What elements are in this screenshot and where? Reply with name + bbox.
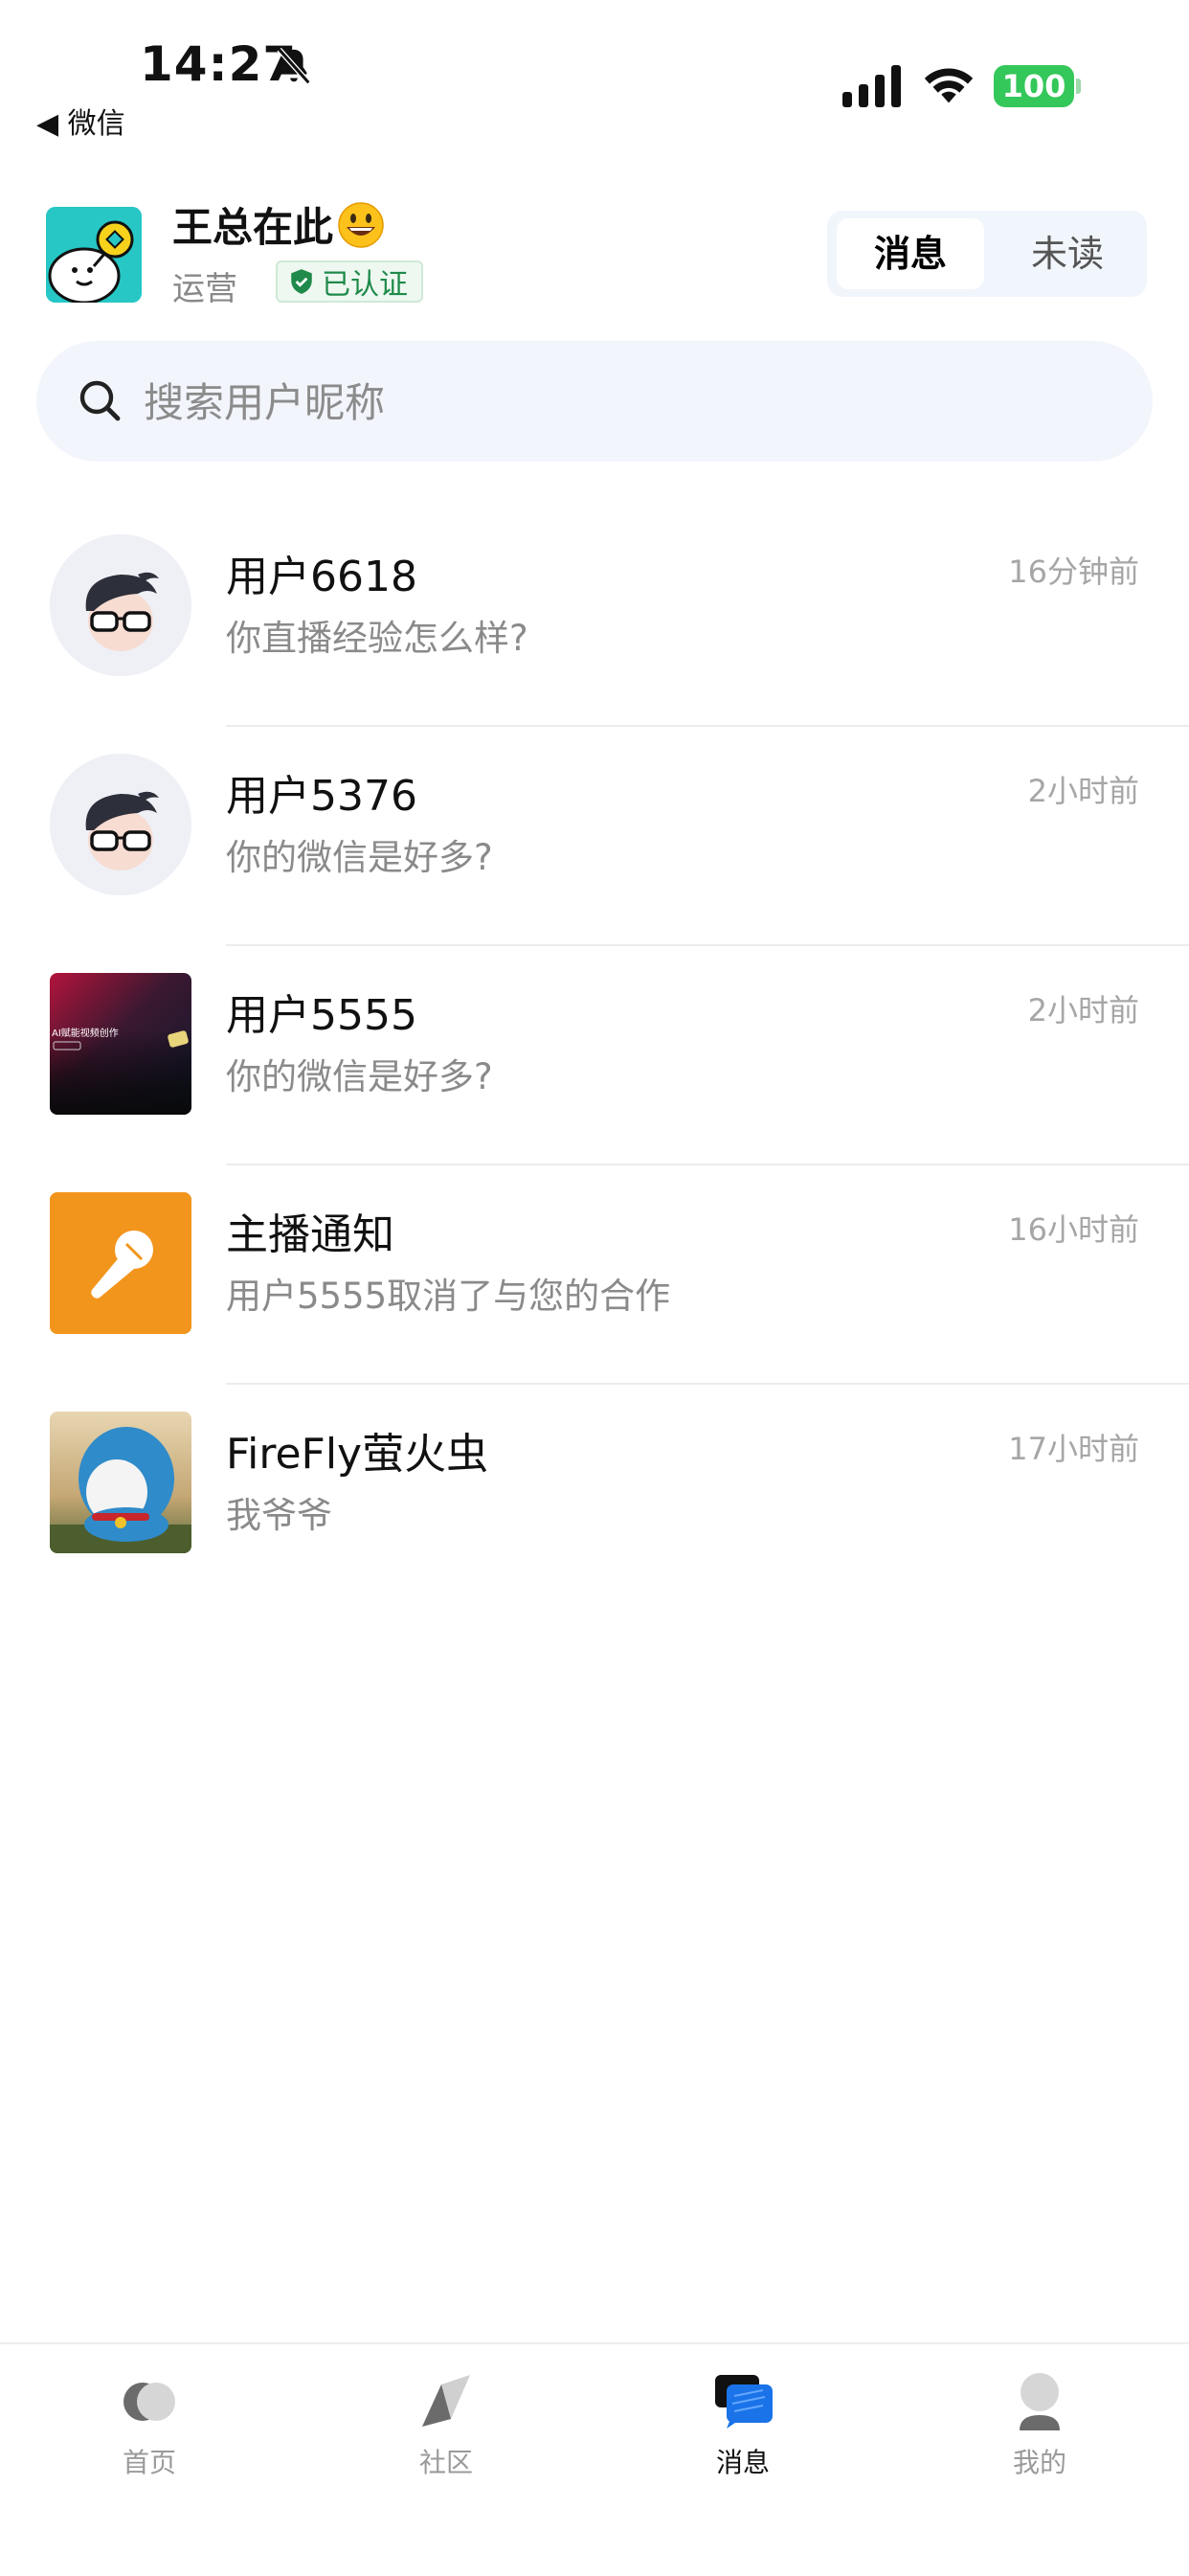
search-icon <box>79 380 121 421</box>
segment-tab-messages[interactable]: 消息 <box>837 218 984 289</box>
wifi-icon <box>924 68 974 103</box>
profile-name-text: 王总在此 <box>172 204 334 251</box>
message-item[interactable]: 用户5376 2小时前 你的微信是好多? <box>0 727 1189 946</box>
message-time: 2小时前 <box>1027 773 1139 809</box>
message-sender-name: 用户5376 <box>226 772 417 821</box>
thumbnail-text: AI赋能视频创作 <box>52 1027 119 1039</box>
message-item[interactable]: 主播通知 16小时前 用户5555取消了与您的合作 <box>0 1165 1189 1385</box>
bell-muted-icon <box>277 47 311 85</box>
message-time: 2小时前 <box>1027 992 1139 1028</box>
message-sender-name: 用户6618 <box>226 553 417 601</box>
segment-tab-unread[interactable]: 未读 <box>996 218 1139 289</box>
message-preview: 我爷爷 <box>226 1495 332 1536</box>
message-time: 16分钟前 <box>1008 554 1139 590</box>
message-time: 16小时前 <box>1008 1211 1139 1248</box>
verified-badge: 已认证 <box>276 260 423 303</box>
tab-label: 社区 <box>418 2447 473 2478</box>
cartoon-glasses-icon <box>50 534 191 676</box>
message-filter-segment: 消息 未读 <box>827 211 1147 297</box>
bottom-tab-bar: 首页 社区 消息 我的 <box>0 2342 1189 2576</box>
search-bar[interactable] <box>36 341 1153 463</box>
message-preview: 你的微信是好多? <box>226 837 493 878</box>
message-sender-name: 用户5555 <box>226 991 417 1040</box>
message-sender-name: FireFly萤火虫 <box>226 1430 489 1479</box>
battery-indicator: 100 <box>994 65 1081 107</box>
tab-label: 我的 <box>1012 2447 1066 2478</box>
ai-video-thumbnail: AI赋能视频创作 <box>50 973 191 1115</box>
battery-level: 100 <box>994 65 1074 107</box>
user-avatar[interactable] <box>50 1412 191 1553</box>
status-bar: 14:27 ◀ 微信 100 <box>0 0 1189 144</box>
tab-community[interactable]: 社区 <box>370 2371 523 2480</box>
back-to-wechat-link[interactable]: ◀ 微信 <box>36 100 125 142</box>
home-icon <box>123 2383 175 2421</box>
verified-label: 已认证 <box>322 268 408 302</box>
tab-home[interactable]: 首页 <box>73 2371 226 2480</box>
battery-tip <box>1076 79 1081 94</box>
shield-check-icon <box>291 269 312 294</box>
notification-avatar[interactable] <box>50 1192 191 1334</box>
smiley-emoji-icon <box>338 201 384 248</box>
tab-profile[interactable]: 我的 <box>963 2371 1116 2480</box>
user-avatar[interactable] <box>50 534 191 676</box>
profile-name: 王总在此 <box>172 195 385 254</box>
message-item[interactable]: AI赋能视频创作 用户5555 2小时前 你的微信是好多? <box>0 946 1189 1165</box>
user-avatar[interactable]: AI赋能视频创作 <box>50 973 191 1115</box>
message-preview: 用户5555取消了与您的合作 <box>226 1276 671 1317</box>
profile-icon <box>1020 2373 1060 2430</box>
profile-role: 运营 <box>172 270 237 308</box>
message-preview: 你直播经验怎么样? <box>226 618 528 659</box>
cartoon-glasses-icon <box>50 754 191 895</box>
tab-label: 首页 <box>122 2447 176 2478</box>
community-icon <box>422 2375 470 2427</box>
profile-avatar[interactable] <box>46 207 142 303</box>
message-sender-name: 主播通知 <box>226 1210 394 1259</box>
message-time: 17小时前 <box>1008 1431 1139 1467</box>
search-input[interactable] <box>142 341 1103 463</box>
message-list: 用户6618 16分钟前 你直播经验怎么样? 用户5376 2小时前 你的微信是… <box>0 508 1189 1604</box>
microphone-icon <box>50 1192 191 1334</box>
message-preview: 你的微信是好多? <box>226 1056 493 1097</box>
message-icon <box>715 2375 773 2429</box>
tab-messages[interactable]: 消息 <box>666 2371 819 2480</box>
doraemon-photo <box>50 1412 191 1553</box>
tab-label: 消息 <box>715 2447 770 2478</box>
message-item[interactable]: FireFly萤火虫 17小时前 我爷爷 <box>0 1385 1189 1604</box>
cartoon-avatar-icon <box>46 207 142 303</box>
cellular-signal-icon <box>842 65 901 107</box>
message-item[interactable]: 用户6618 16分钟前 你直播经验怎么样? <box>0 508 1189 727</box>
user-avatar[interactable] <box>50 754 191 895</box>
